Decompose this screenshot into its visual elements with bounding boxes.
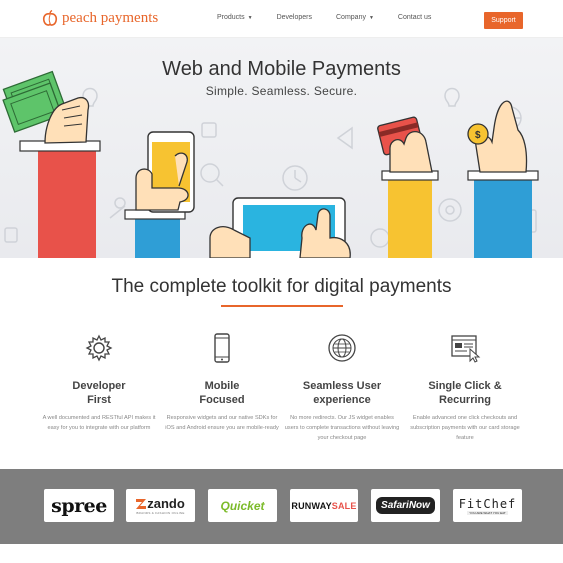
hand-with-phone [124, 131, 195, 258]
svg-text:$: $ [475, 130, 481, 141]
safarinow-wordmark: SafariNow [376, 497, 435, 514]
nav-developers-label: Developers [276, 14, 312, 21]
runwaysale-wordmark: RUNWAYSALE [291, 501, 356, 511]
feature-title-line1: Single Click & [428, 380, 502, 392]
fitchef-tagline: YOU ARE WHAT YOU EAT [467, 510, 508, 515]
nav-contact-label: Contact us [397, 14, 432, 21]
nav-contact[interactable]: Contact us [398, 14, 431, 21]
site-header: peach payments Products ▼ Developers Com… [0, 0, 563, 38]
mobile-icon [214, 333, 230, 363]
title-underline [221, 305, 343, 307]
feature-description: Responsive widgets and our native SDKs f… [165, 415, 279, 431]
main-nav: Products ▼ Developers Company ▼ Contact … [217, 14, 455, 21]
hero-title: Web and Mobile Payments [162, 58, 401, 80]
support-button[interactable]: Support [484, 12, 523, 29]
client-logo-runwaysale[interactable]: RUNWAYSALE [290, 489, 358, 522]
nav-company[interactable]: Company ▼ [336, 14, 374, 21]
feature-single-click: Single Click & Recurring Enable advanced… [402, 332, 528, 443]
caret-down-icon: ▼ [368, 14, 374, 21]
feature-title: Mobile Focused [159, 379, 285, 407]
quicket-wordmark: Quicket [220, 498, 265, 513]
hands-with-tablet [209, 197, 351, 258]
peach-icon [42, 10, 58, 26]
feature-title-line2: Focused [199, 394, 245, 406]
client-logo-quicket[interactable]: Quicket [208, 489, 277, 522]
zando-tagline: BRANDS & FASHION ONLINE [136, 511, 185, 515]
client-logos-band: spree zando BRANDS & FASHION ONLINE Quic… [0, 469, 563, 544]
zando-wordmark: zando [147, 496, 185, 511]
feature-mobile-focused: Mobile Focused Responsive widgets and ou… [159, 332, 285, 433]
fitchef-wordmark: FitChef [458, 496, 517, 511]
client-logo-spree[interactable]: spree [44, 489, 114, 522]
client-logo-safarinow[interactable]: SafariNow [371, 489, 440, 522]
feature-seamless-ux: Seamless User experience No more redirec… [279, 332, 405, 443]
feature-title-line1: Mobile [204, 380, 240, 392]
feature-title: Single Click & Recurring [402, 379, 528, 407]
nav-developers[interactable]: Developers [277, 14, 312, 21]
client-logo-fitchef[interactable]: FitChef YOU ARE WHAT YOU EAT [453, 489, 522, 522]
feature-title-line2: Recurring [439, 394, 491, 406]
browser-click-icon [451, 335, 481, 363]
feature-description: No more redirects. Our JS widget enables… [284, 415, 400, 441]
client-logo-zando[interactable]: zando BRANDS & FASHION ONLINE [126, 489, 195, 522]
feature-title-line2: experience [313, 394, 371, 406]
toolkit-section: The complete toolkit for digital payment… [0, 258, 563, 469]
brand-name: peach payments [62, 10, 159, 26]
feature-title: Developer First [36, 379, 162, 407]
hand-with-card [377, 116, 439, 258]
toolkit-title: The complete toolkit for digital payment… [111, 276, 452, 297]
feature-description: Enable advanced one click checkouts and … [410, 415, 520, 441]
hand-with-coin: $ [467, 100, 539, 258]
globe-icon [328, 334, 356, 362]
feature-title-line1: Seamless User [302, 380, 382, 392]
feature-developer-first: Developer First A well documented and RE… [36, 332, 162, 433]
brand-logo[interactable]: peach payments [42, 10, 158, 27]
feature-title-line2: First [87, 394, 111, 406]
runwaysale-part1: RUNWAY [291, 500, 332, 511]
feature-title-line1: Developer [72, 380, 126, 392]
gear-icon [85, 334, 113, 362]
nav-products-label: Products [217, 14, 245, 21]
spree-wordmark: spree [51, 494, 107, 517]
hero-subtitle: Simple. Seamless. Secure. [205, 84, 358, 98]
nav-products[interactable]: Products ▼ [217, 14, 253, 21]
runwaysale-part2: SALE [331, 500, 357, 511]
caret-down-icon: ▼ [247, 14, 253, 21]
feature-description: A well documented and RESTful API makes … [42, 415, 156, 431]
page-footer-strip [0, 544, 563, 563]
hand-with-cash: $ [2, 70, 101, 258]
hero-section: $ Web and Mobile Payments Simple. Seamle… [0, 38, 563, 258]
feature-title: Seamless User experience [279, 379, 405, 407]
zando-mark-icon [136, 498, 147, 509]
nav-company-label: Company [336, 14, 366, 21]
